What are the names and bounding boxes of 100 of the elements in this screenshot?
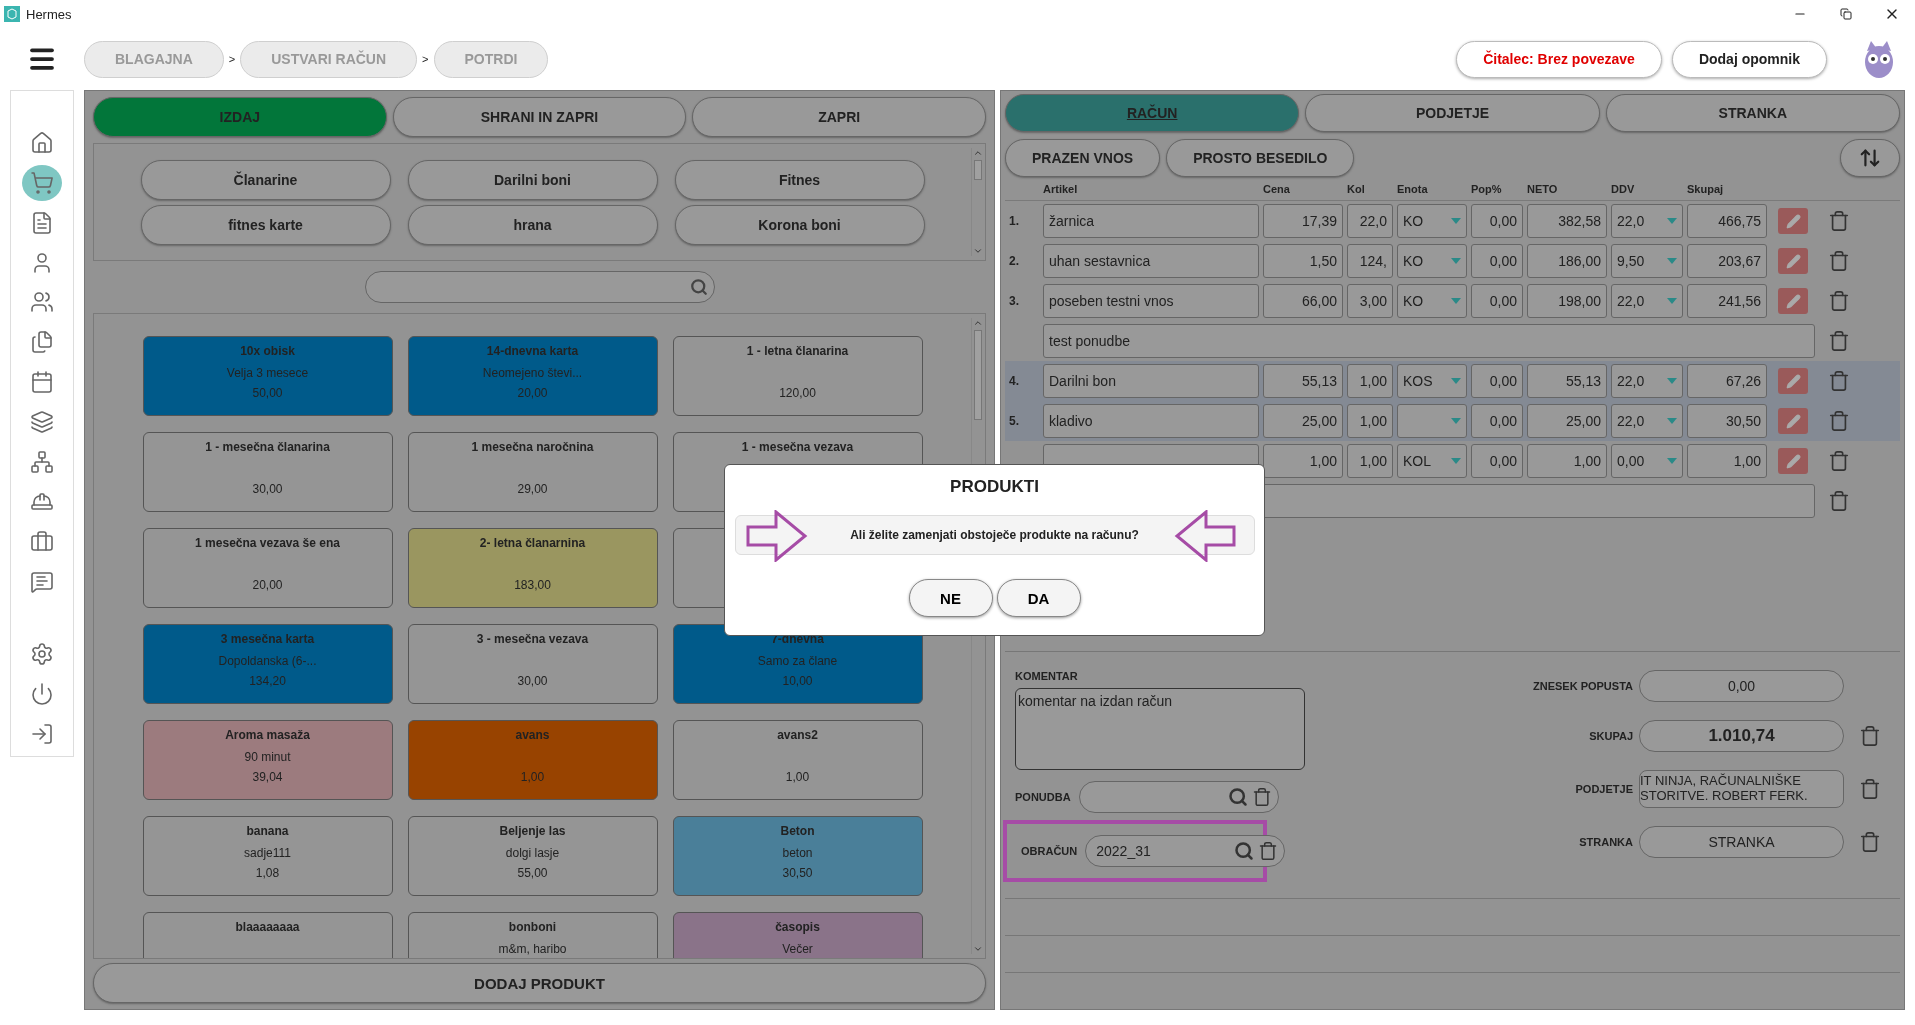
trash-icon[interactable]	[1859, 831, 1881, 853]
category-button[interactable]: Članarine	[140, 159, 391, 200]
product-tile[interactable]: Beton beton 30,50	[672, 816, 923, 896]
settlement-field[interactable]: 2022_31	[1085, 835, 1286, 867]
price-field[interactable]: 17,39	[1263, 204, 1343, 238]
net-field[interactable]: 382,58	[1527, 204, 1607, 238]
discount-field[interactable]: 0,00	[1471, 244, 1523, 278]
text-field[interactable]: test ponudbe	[1043, 324, 1815, 358]
edit-button[interactable]	[1778, 208, 1808, 234]
price-field[interactable]: 25,00	[1263, 404, 1343, 438]
vat-select[interactable]: 9,50	[1611, 244, 1683, 278]
add-product-button[interactable]: DODAJ PRODUKT	[93, 963, 986, 1003]
article-field[interactable]: žarnica	[1043, 204, 1259, 238]
reader-status-button[interactable]: Čitalec: Brez povezave	[1456, 40, 1662, 78]
unit-select[interactable]: KOL	[1397, 444, 1467, 478]
product-tile[interactable]: Aroma masaža 90 minut 39,04	[142, 720, 393, 800]
price-field[interactable]: 55,13	[1263, 364, 1343, 398]
discount-field[interactable]: 0,00	[1471, 404, 1523, 438]
quantity-field[interactable]: 22,0	[1347, 204, 1393, 238]
vat-select[interactable]: 22,0	[1611, 204, 1683, 238]
discount-field[interactable]: 0,00	[1471, 204, 1523, 238]
vat-select[interactable]: 22,0	[1611, 284, 1683, 318]
tab[interactable]: STRANKA	[1605, 94, 1900, 132]
edit-button[interactable]	[1778, 368, 1808, 394]
unit-select[interactable]: KOS	[1397, 364, 1467, 398]
summary-field[interactable]: 1.010,74	[1639, 720, 1844, 752]
trash-icon[interactable]	[1859, 725, 1881, 747]
scrollbar[interactable]	[971, 148, 983, 256]
reminder-button[interactable]: Dodaj opomnik	[1671, 40, 1827, 78]
comment-field[interactable]: komentar na izdan račun	[1015, 688, 1305, 770]
product-tile[interactable]: avans2 1,00	[672, 720, 923, 800]
trash-icon[interactable]	[1828, 290, 1850, 312]
search-icon[interactable]	[1227, 787, 1248, 807]
article-field[interactable]: Darilni bon	[1043, 364, 1259, 398]
dialog-button[interactable]: DA	[996, 579, 1081, 617]
table-row[interactable]: 3. poseben testni vnos 66,00 3,00 KO 0,00 198,00 22,0 241,56	[1005, 281, 1900, 321]
summary-field[interactable]: IT NINJA, RAČUNALNIŠKE STORITVE. ROBERT FERK.	[1639, 770, 1844, 808]
table-row[interactable]: 2. uhan sestavnica 1,50 124, KO 0,00 186,00 9,50 203,67	[1005, 241, 1900, 281]
net-field[interactable]: 55,13	[1527, 364, 1607, 398]
dialog-button[interactable]: NE	[908, 579, 993, 617]
trash-icon[interactable]	[1251, 787, 1272, 807]
tab[interactable]: PODJETJE	[1305, 94, 1600, 132]
category-button[interactable]: Fitnes	[674, 159, 925, 200]
article-field[interactable]: kladivo	[1043, 404, 1259, 438]
total-field[interactable]: 241,56	[1687, 284, 1767, 318]
search-icon[interactable]	[1234, 841, 1255, 861]
sidebar-item[interactable]	[22, 164, 62, 201]
vat-select[interactable]: 0,00	[1611, 444, 1683, 478]
sort-button[interactable]	[1840, 139, 1900, 177]
net-field[interactable]: 1,00	[1527, 444, 1607, 478]
table-row[interactable]: test ponudbe	[1005, 321, 1900, 361]
product-tile[interactable]: 1 - letna članarina 120,00	[672, 336, 923, 416]
category-button[interactable]: Darilni boni	[407, 159, 658, 200]
discount-field[interactable]: 0,00	[1471, 284, 1523, 318]
net-field[interactable]: 198,00	[1527, 284, 1607, 318]
category-button[interactable]: Korona boni	[674, 204, 925, 245]
edit-button[interactable]	[1778, 448, 1808, 474]
edit-button[interactable]	[1778, 248, 1808, 274]
quantity-field[interactable]: 1,00	[1347, 364, 1393, 398]
product-tile[interactable]: 1 mesečna vezava še ena 20,00	[142, 528, 393, 608]
summary-field[interactable]: 0,00	[1639, 670, 1844, 702]
product-tile[interactable]: blaaaaaaaa	[142, 912, 393, 958]
product-tile[interactable]: 2- letna članarnina 183,00	[407, 528, 658, 608]
discount-field[interactable]: 0,00	[1471, 444, 1523, 478]
table-row[interactable]: 5. kladivo 25,00 1,00 0,00 25,00 22,0 30,50	[1005, 401, 1900, 441]
edit-button[interactable]	[1778, 408, 1808, 434]
entry-button[interactable]: PROSTO BESEDILO	[1166, 139, 1355, 177]
edit-button[interactable]	[1778, 288, 1808, 314]
quantity-field[interactable]: 3,00	[1347, 284, 1393, 318]
trash-icon[interactable]	[1828, 330, 1850, 352]
vat-select[interactable]: 22,0	[1611, 364, 1683, 398]
summary-field[interactable]: STRANKA	[1639, 826, 1844, 858]
quantity-field[interactable]: 1,00	[1347, 404, 1393, 438]
price-field[interactable]: 1,50	[1263, 244, 1343, 278]
scroll-thumb[interactable]	[973, 160, 982, 180]
unit-select[interactable]: KO	[1397, 284, 1467, 318]
scroll-up-icon[interactable]	[972, 318, 983, 328]
scroll-thumb[interactable]	[973, 330, 982, 420]
action-button[interactable]: SHRANI IN ZAPRI	[392, 97, 687, 137]
total-field[interactable]: 30,50	[1687, 404, 1767, 438]
scroll-down-icon[interactable]	[972, 944, 983, 954]
category-button[interactable]: hrana	[407, 204, 658, 245]
unit-select[interactable]: KO	[1397, 244, 1467, 278]
discount-field[interactable]: 0,00	[1471, 364, 1523, 398]
article-field[interactable]: poseben testni vnos	[1043, 284, 1259, 318]
article-field[interactable]: uhan sestavnica	[1043, 244, 1259, 278]
vat-select[interactable]: 22,0	[1611, 404, 1683, 438]
net-field[interactable]: 25,00	[1527, 404, 1607, 438]
table-row[interactable]: 1. žarnica 17,39 22,0 KO 0,00 382,58 22,0 466,75	[1005, 201, 1900, 241]
scroll-down-icon[interactable]	[972, 246, 983, 256]
search-field[interactable]	[364, 271, 715, 303]
trash-icon[interactable]	[1258, 841, 1279, 861]
product-tile[interactable]: Beljenje las dolgi lasje 55,00	[407, 816, 658, 896]
quantity-field[interactable]: 124,	[1347, 244, 1393, 278]
table-row[interactable]: 4. Darilni bon 55,13 1,00 KOS 0,00 55,13 22,0 67,26	[1005, 361, 1900, 401]
price-field[interactable]: 1,00	[1263, 444, 1343, 478]
trash-icon[interactable]	[1859, 778, 1881, 800]
product-tile[interactable]: časopis Večer	[672, 912, 923, 958]
unit-select[interactable]: KO	[1397, 204, 1467, 238]
product-tile[interactable]: 3 - mesečna vezava 30,00	[407, 624, 658, 704]
